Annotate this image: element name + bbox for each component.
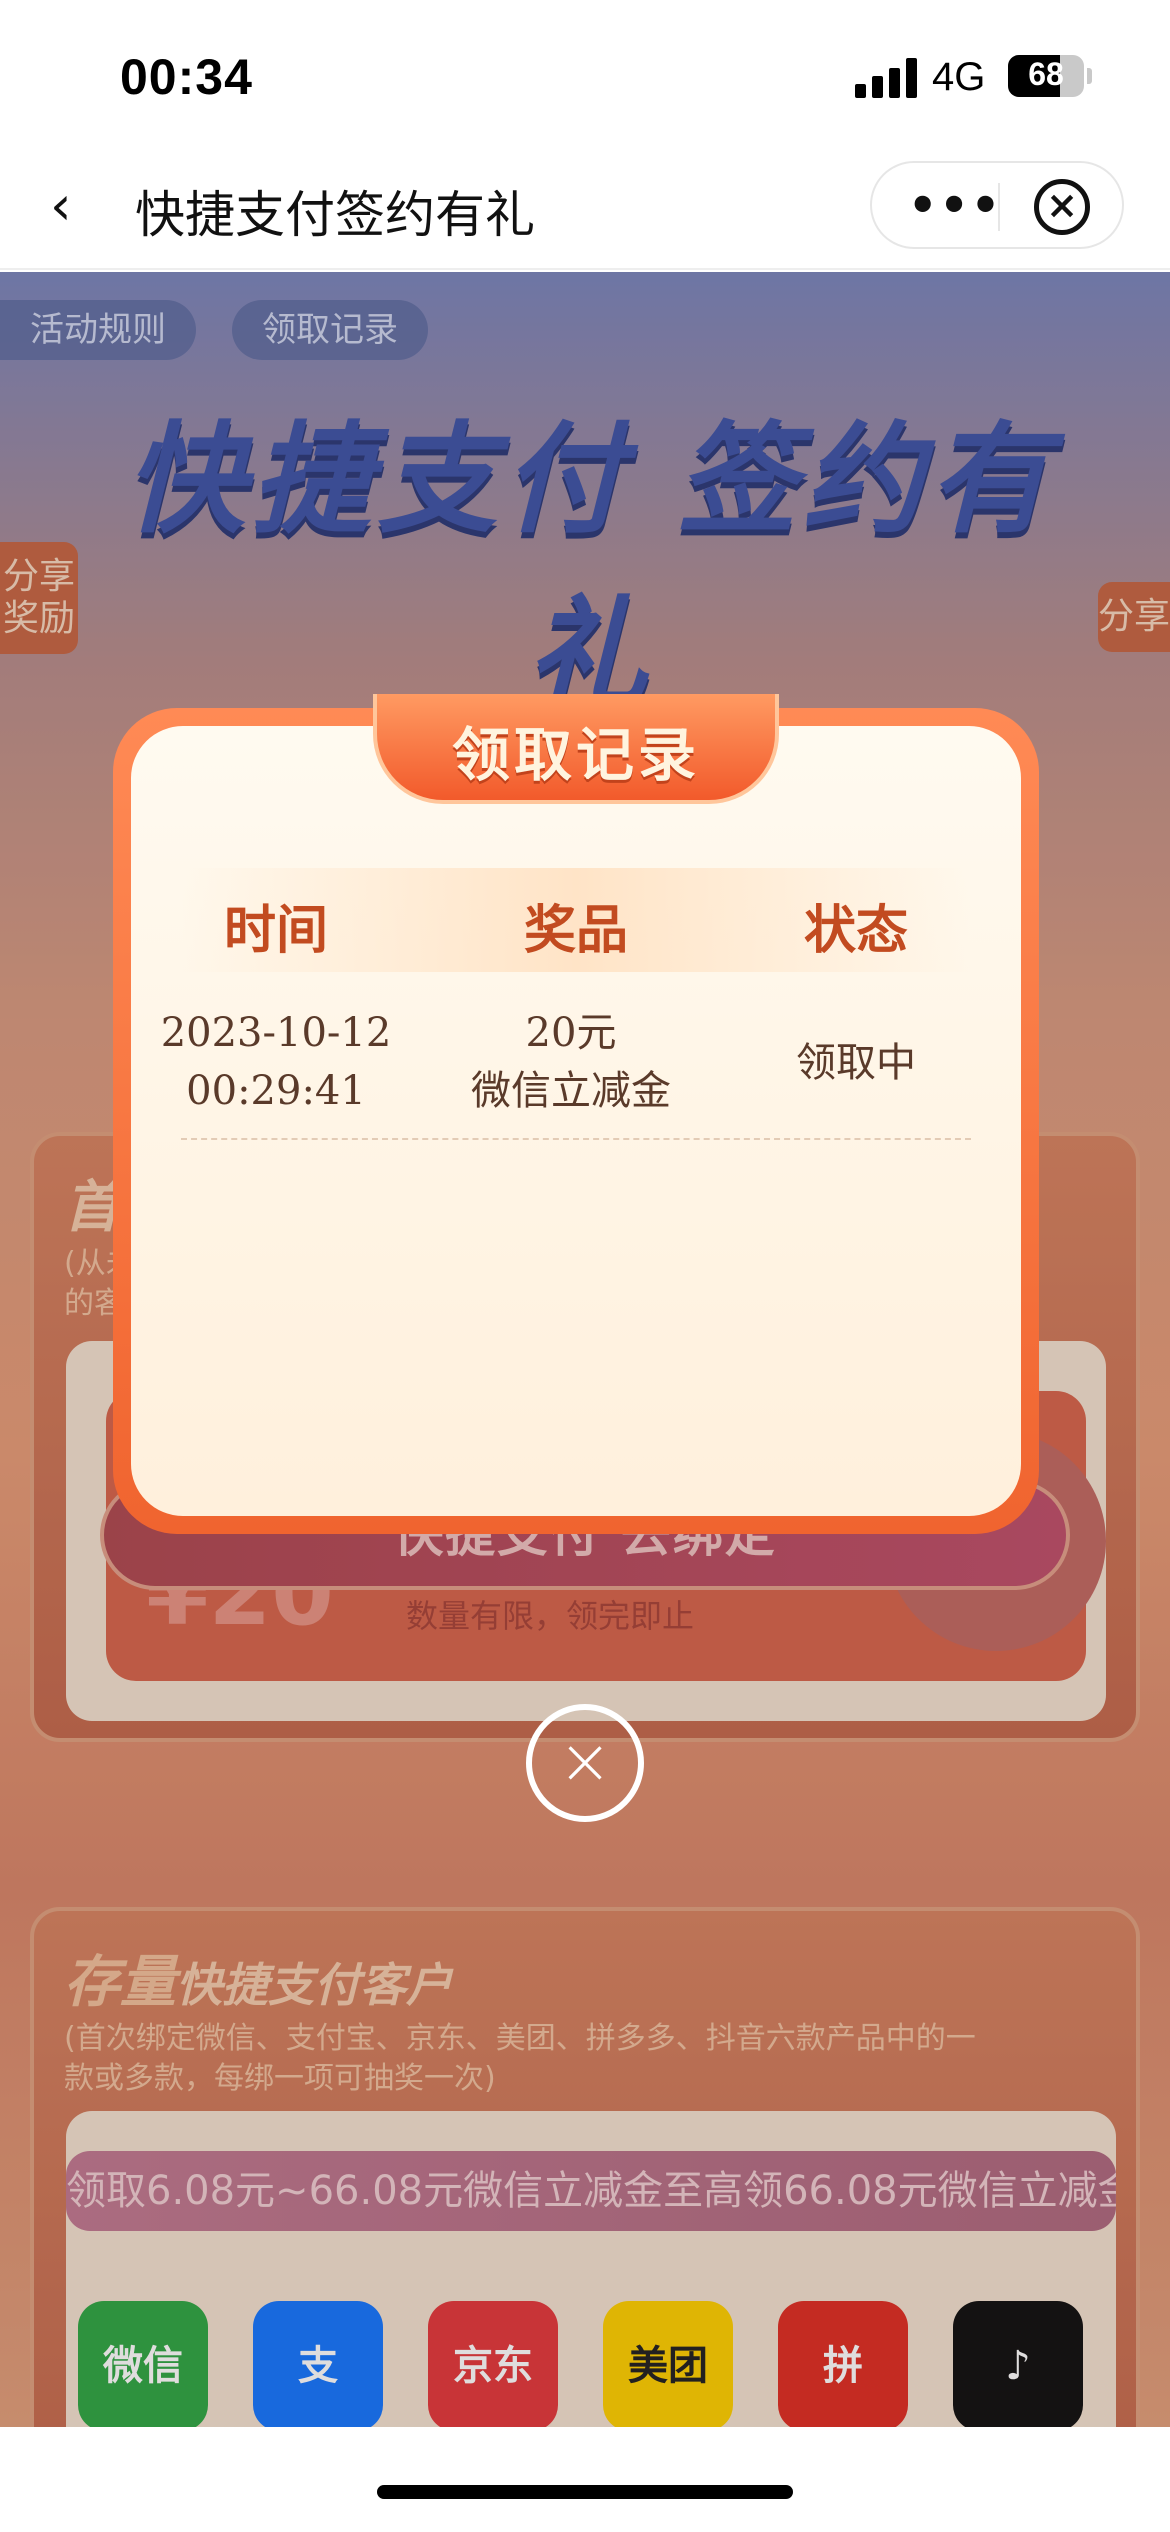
battery-tip [1087, 68, 1092, 84]
battery-percent: 68 [1028, 56, 1064, 92]
chevron-left-icon[interactable]: ‹ [50, 179, 100, 233]
header-time: 时间 [223, 901, 328, 961]
home-indicator-area [0, 2427, 1170, 2532]
claim-records-modal: 时间 奖品 状态 2023-10-12 00:29:41 20元 微信立减金 领… [113, 694, 1039, 1534]
record-prize-amount: 20元 [525, 1010, 617, 1056]
status-bar: 00:34 4G 68 [0, 0, 1170, 145]
record-time: 00:29:41 [186, 1068, 366, 1114]
modal-title-ribbon: 领取记录 [373, 694, 779, 804]
header-status: 状态 [803, 901, 908, 961]
modal-title: 领取记录 [451, 721, 700, 789]
record-prize: 20元 微信立减金 [431, 1004, 711, 1120]
network-type: 4G [932, 55, 986, 99]
more-dots-icon[interactable]: ••• [908, 182, 1000, 228]
capsule-divider [998, 183, 1000, 231]
close-circle-icon[interactable]: × [526, 1704, 644, 1822]
record-status: 领取中 [796, 1040, 916, 1086]
home-indicator [377, 2485, 793, 2499]
page-title: 快捷支付签约有礼 [135, 186, 535, 244]
status-time: 00:34 [120, 49, 253, 105]
signal-icon [855, 58, 917, 98]
close-circle-icon[interactable]: × [1034, 179, 1090, 235]
record-date: 2023-10-12 [160, 1010, 392, 1056]
records-table-header: 时间 奖品 状态 [181, 868, 971, 972]
header-prize: 奖品 [523, 901, 628, 961]
nav-bar: ‹ 快捷支付签约有礼 ••• × [0, 145, 1170, 270]
row-divider [181, 1138, 971, 1140]
record-prize-name: 微信立减金 [471, 1068, 671, 1114]
record-datetime: 2023-10-12 00:29:41 [151, 1004, 401, 1120]
modal-content: 时间 奖品 状态 2023-10-12 00:29:41 20元 微信立减金 领… [131, 726, 1021, 1516]
mini-program-capsule: ••• × [870, 161, 1124, 249]
battery-icon: 68 [1008, 55, 1084, 97]
